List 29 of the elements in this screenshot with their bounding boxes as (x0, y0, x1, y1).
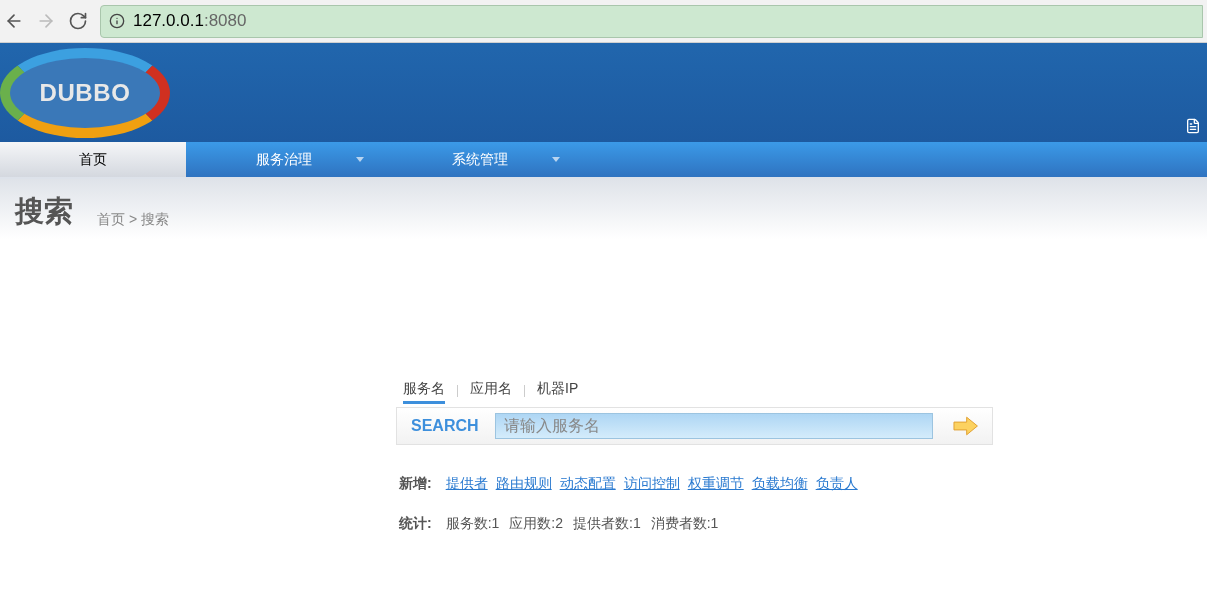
search-field[interactable]: 请输入服务名 (494, 413, 933, 439)
info-icon[interactable] (109, 13, 125, 29)
add-link[interactable]: 路由规则 (495, 473, 552, 494)
nav-tab[interactable]: 系统管理 (382, 142, 578, 177)
add-link[interactable]: 动态配置 (559, 473, 616, 494)
add-link[interactable]: 负载均衡 (751, 473, 808, 494)
search-tab[interactable]: 服务名 (403, 378, 445, 404)
page-title: 搜索 (15, 193, 73, 229)
search-label: SEARCH (411, 416, 479, 436)
add-link[interactable]: 访问控制 (623, 473, 680, 494)
reload-icon[interactable] (68, 11, 88, 31)
add-link[interactable]: 权重调节 (687, 473, 744, 494)
breadcrumb: 首页 > 搜索 (97, 210, 169, 229)
search-tab[interactable]: 机器IP (537, 378, 579, 404)
stat-item: 应用数:2 (509, 514, 564, 533)
stat-item: 提供者数:1 (573, 514, 641, 533)
nav-tab[interactable]: 首页 (0, 142, 186, 177)
add-label: 新增: (399, 474, 432, 493)
search-tab[interactable]: 应用名 (470, 378, 512, 404)
add-link[interactable]: 提供者 (445, 473, 488, 494)
add-link[interactable]: 负责人 (815, 473, 858, 494)
stat-item: 服务数:1 (445, 514, 500, 533)
document-icon[interactable] (1185, 118, 1201, 134)
nav-tab[interactable]: 服务治理 (186, 142, 382, 177)
url-text: 127.0.0.1:8080 (133, 10, 247, 33)
address-bar[interactable]: 127.0.0.1:8080 (100, 4, 1203, 38)
stats-label: 统计: (399, 514, 432, 533)
logo[interactable]: DUBBO (0, 47, 170, 138)
stat-item: 消费者数:1 (650, 514, 719, 533)
